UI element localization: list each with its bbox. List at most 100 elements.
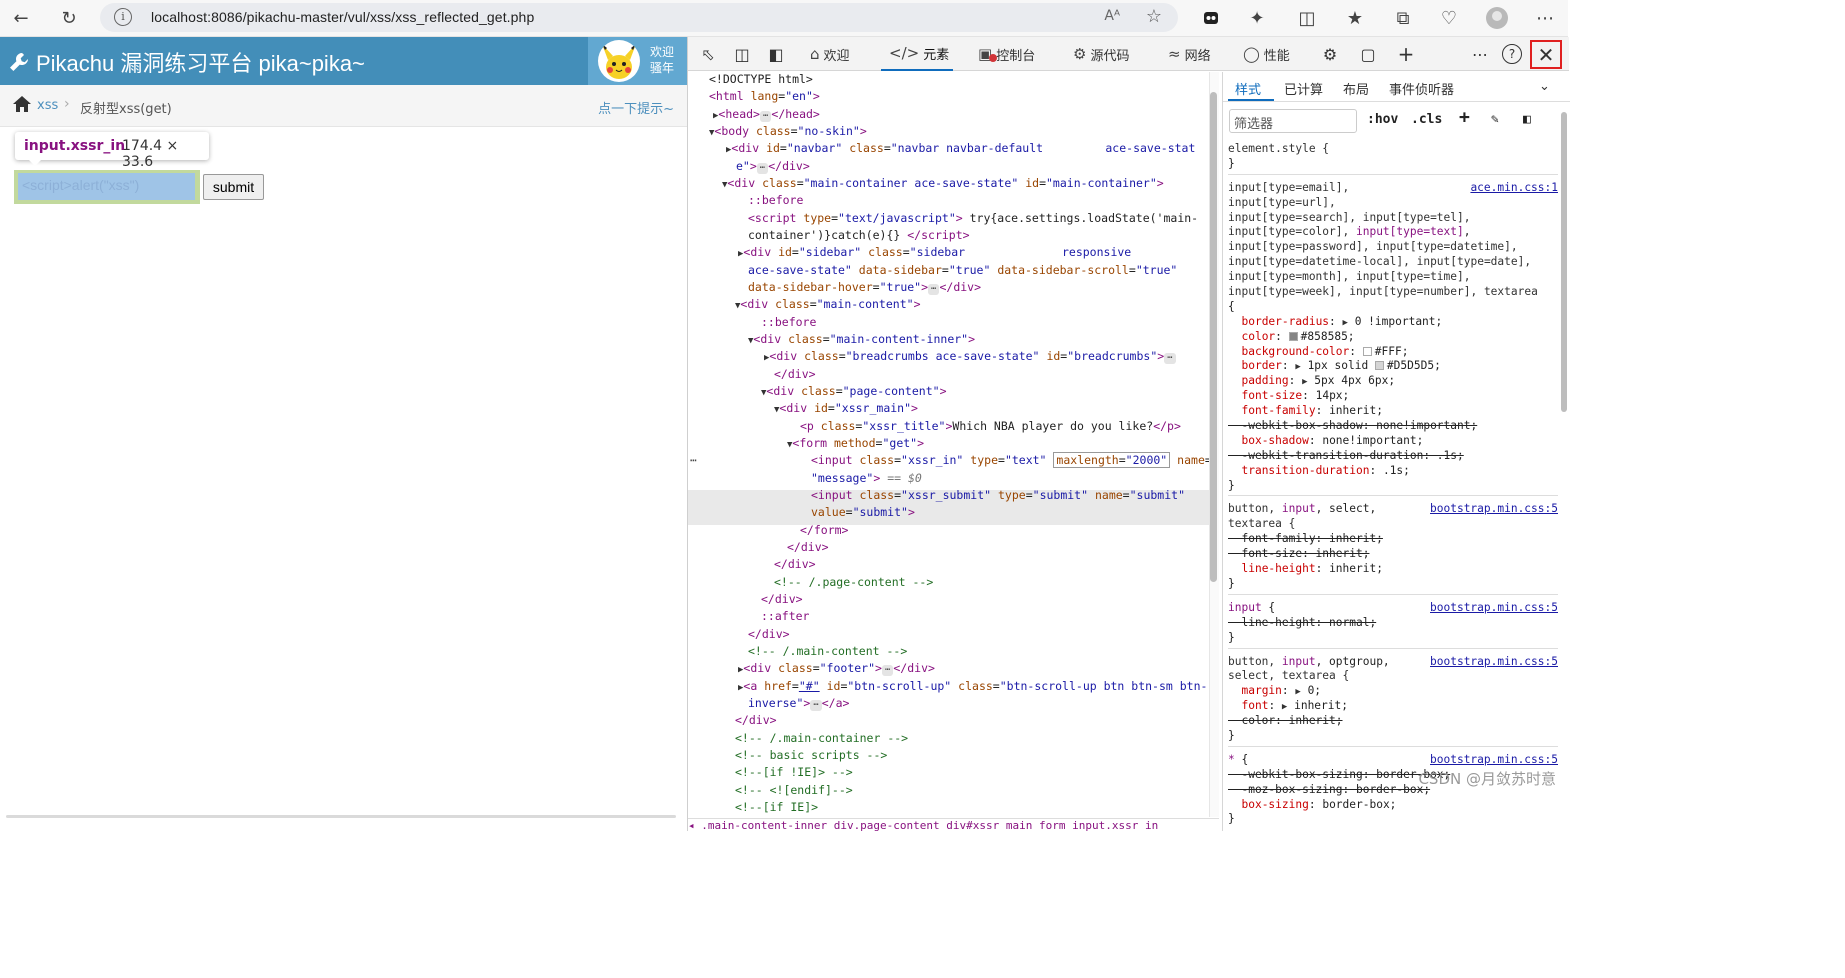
back-arrow-icon[interactable]: ← xyxy=(6,4,36,32)
add-tab-icon[interactable]: + xyxy=(1394,42,1418,66)
favorites-icon[interactable]: ★ xyxy=(1340,4,1370,32)
split-screen-icon[interactable]: ◫ xyxy=(1292,4,1322,32)
dom-line[interactable]: </div> xyxy=(774,557,816,574)
styles-filter-input[interactable]: 筛选器 xyxy=(1229,109,1357,133)
dom-line[interactable]: ace-save-state" data-sidebar="true" data… xyxy=(748,263,1177,280)
page-horizontal-scrollbar[interactable] xyxy=(6,815,676,818)
dom-line[interactable]: <p class="xssr_title">Which NBA player d… xyxy=(800,419,1181,436)
dom-line[interactable]: ::after xyxy=(761,609,809,626)
inspect-element-icon[interactable]: ⬁ xyxy=(696,42,720,66)
dom-tree[interactable]: <!DOCTYPE html> <html lang="en"> ▶<head>… xyxy=(688,72,1209,817)
source-link[interactable]: bootstrap.min.css:5 xyxy=(1430,753,1558,768)
dom-line[interactable]: </form> xyxy=(800,523,848,540)
dom-line[interactable]: <!-- /.main-content --> xyxy=(748,644,907,661)
dom-line[interactable]: <!--[if IE]> xyxy=(735,800,818,817)
dom-line[interactable]: ▼<div class="main-container ace-save-sta… xyxy=(722,176,1164,193)
dom-line[interactable]: ▼<div class="main-content-inner"> xyxy=(748,332,975,349)
dom-line[interactable]: </div> xyxy=(735,713,777,730)
chevron-down-icon[interactable]: ⌄ xyxy=(1539,79,1550,94)
dom-line[interactable]: <script type="text/javascript"> try{ace.… xyxy=(748,211,1198,228)
site-info-icon[interactable]: i xyxy=(114,8,132,26)
styles-vertical-scrollbar[interactable] xyxy=(1561,112,1567,412)
favorite-star-icon[interactable]: ☆ xyxy=(1146,6,1162,27)
help-icon[interactable]: ? xyxy=(1502,44,1522,64)
dom-line[interactable]: ▼<div class="main-content"> xyxy=(735,297,921,314)
dom-line[interactable]: "message"> == $0 xyxy=(811,471,922,488)
tab-welcome[interactable]: ⌂ 欢迎 xyxy=(810,37,850,71)
tab-performance[interactable]: ◯ 性能 xyxy=(1243,37,1290,71)
more-menu-icon[interactable]: ⋯ xyxy=(1530,4,1560,32)
puzzle-extensions-icon[interactable]: ✦ xyxy=(1242,4,1272,32)
tab-sources[interactable]: ⚙ 源代码 xyxy=(1073,37,1129,71)
address-url[interactable]: localhost:8086/pikachu-master/vul/xss/xs… xyxy=(151,9,534,25)
dom-line[interactable]: ▶<div id="navbar" class="navbar navbar-d… xyxy=(726,141,1195,158)
home-icon[interactable] xyxy=(12,95,32,113)
dom-line[interactable]: ▼<body class="no-skin"> xyxy=(709,124,867,141)
dom-line[interactable]: <html lang="en"> xyxy=(709,89,820,106)
dom-line[interactable]: ▶<div id="sidebar" class="sidebar respon… xyxy=(738,245,1131,262)
settings-gear-icon[interactable]: ⚙ xyxy=(1318,42,1342,66)
dom-line[interactable]: ▼<form method="get"> xyxy=(787,436,924,453)
collections-icon[interactable]: ⧉ xyxy=(1388,4,1418,32)
tab-computed[interactable]: 已计算 xyxy=(1284,79,1323,98)
dom-line[interactable]: ▼<div class="page-content"> xyxy=(761,384,947,401)
extension-icon[interactable] xyxy=(1196,4,1226,32)
class-toggle[interactable]: .cls xyxy=(1411,112,1442,127)
tab-event-listeners[interactable]: 事件侦听器 xyxy=(1389,79,1454,98)
dom-line[interactable]: inverse"> ⋯ </a> xyxy=(748,696,849,713)
application-icon[interactable]: ▢ xyxy=(1356,42,1380,66)
tab-elements[interactable]: </> 元素 xyxy=(881,37,954,71)
source-link[interactable]: bootstrap.min.css:5 xyxy=(1430,502,1558,517)
dom-line[interactable]: e"> ⋯ </div> xyxy=(736,159,810,176)
tab-console[interactable]: ▣ 控制台 xyxy=(978,37,1035,71)
css-rules-list[interactable]: element.style { } input[type=email], ace.… xyxy=(1228,142,1558,831)
dom-line[interactable]: ▶<div class="footer"> ⋯ </div> xyxy=(738,661,935,678)
source-link[interactable]: ace.min.css:1 xyxy=(1470,181,1558,196)
dom-line[interactable]: ▶<a href="#" id="btn-scroll-up" class="b… xyxy=(738,679,1207,696)
dom-line[interactable]: <input class="xssr_submit" type="submit"… xyxy=(811,488,1185,505)
hint-link[interactable]: 点一下提示~ xyxy=(598,98,674,117)
hover-state-toggle[interactable]: :hov xyxy=(1367,112,1398,127)
brand[interactable]: Pikachu 漏洞练习平台 pika~pika~ xyxy=(8,46,365,78)
dom-line[interactable]: container')}catch(e){} </script> xyxy=(748,228,970,245)
dom-vertical-scrollbar[interactable] xyxy=(1210,92,1217,582)
source-link[interactable]: bootstrap.min.css:5 xyxy=(1430,655,1558,670)
dom-line[interactable]: ▶<div class="breadcrumbs ace-save-state"… xyxy=(764,349,1176,366)
dom-line[interactable]: value="submit"> xyxy=(811,505,915,522)
dom-line[interactable]: <!DOCTYPE html> xyxy=(709,72,813,89)
profile-avatar[interactable] xyxy=(1482,4,1512,32)
dom-line[interactable]: ▼<div id="xssr_main"> xyxy=(774,401,918,418)
address-bar[interactable]: i localhost:8086/pikachu-master/vul/xss/… xyxy=(100,3,1178,32)
submit-button[interactable]: submit xyxy=(203,174,264,200)
dom-line[interactable]: </div> xyxy=(787,540,829,557)
breadcrumb-xss-link[interactable]: xss xyxy=(37,98,58,113)
user-panel[interactable]: 欢迎 骚年 xyxy=(588,37,687,85)
dom-line[interactable]: </div> xyxy=(748,627,790,644)
toggle-sidebar-icon[interactable]: ◧ xyxy=(1523,112,1531,127)
dom-line[interactable]: </div> xyxy=(761,592,803,609)
tab-layout[interactable]: 布局 xyxy=(1343,79,1369,98)
dock-side-icon[interactable]: ◧ xyxy=(764,42,788,66)
dom-line-selected[interactable]: <input class="xssr_in" type="text" maxle… xyxy=(811,452,1209,470)
dom-line[interactable]: <!-- basic scripts --> xyxy=(735,748,887,765)
more-options-icon[interactable]: ⋯ xyxy=(1468,42,1492,66)
read-aloud-icon[interactable]: Aᴬ xyxy=(1104,8,1120,24)
tab-styles[interactable]: 样式 xyxy=(1235,79,1261,98)
dom-line[interactable]: <!-- /.page-content --> xyxy=(774,575,933,592)
source-link[interactable]: bootstrap.min.css:5 xyxy=(1430,601,1558,616)
tab-network[interactable]: ≈ 网络 xyxy=(1168,37,1211,71)
message-input[interactable]: <script>alert("xss") xyxy=(18,173,195,200)
dom-line[interactable]: <!-- /.main-container --> xyxy=(735,731,908,748)
dom-line[interactable]: data-sidebar-hover="true"> ⋯ </div> xyxy=(748,280,981,297)
dom-line[interactable]: ▶<head> ⋯ </head> xyxy=(713,107,820,124)
dom-line[interactable]: <!--[if !IE]> --> xyxy=(735,765,853,782)
paint-brush-icon[interactable]: ✎ xyxy=(1491,112,1499,127)
new-rule-icon[interactable]: + xyxy=(1459,107,1470,128)
dom-line[interactable]: ::before xyxy=(761,315,816,332)
dom-breadcrumb-bar[interactable]: ◂ .main-content-inner div.page-content d… xyxy=(688,818,1219,831)
dom-ellipsis-icon[interactable]: ⋯ xyxy=(690,453,697,470)
device-emulation-icon[interactable]: ◫ xyxy=(730,42,754,66)
dom-line[interactable]: <!-- <![endif]--> xyxy=(735,783,853,800)
close-devtools-icon[interactable]: ✕ xyxy=(1530,40,1562,69)
performance-heart-icon[interactable]: ♡ xyxy=(1434,4,1464,32)
